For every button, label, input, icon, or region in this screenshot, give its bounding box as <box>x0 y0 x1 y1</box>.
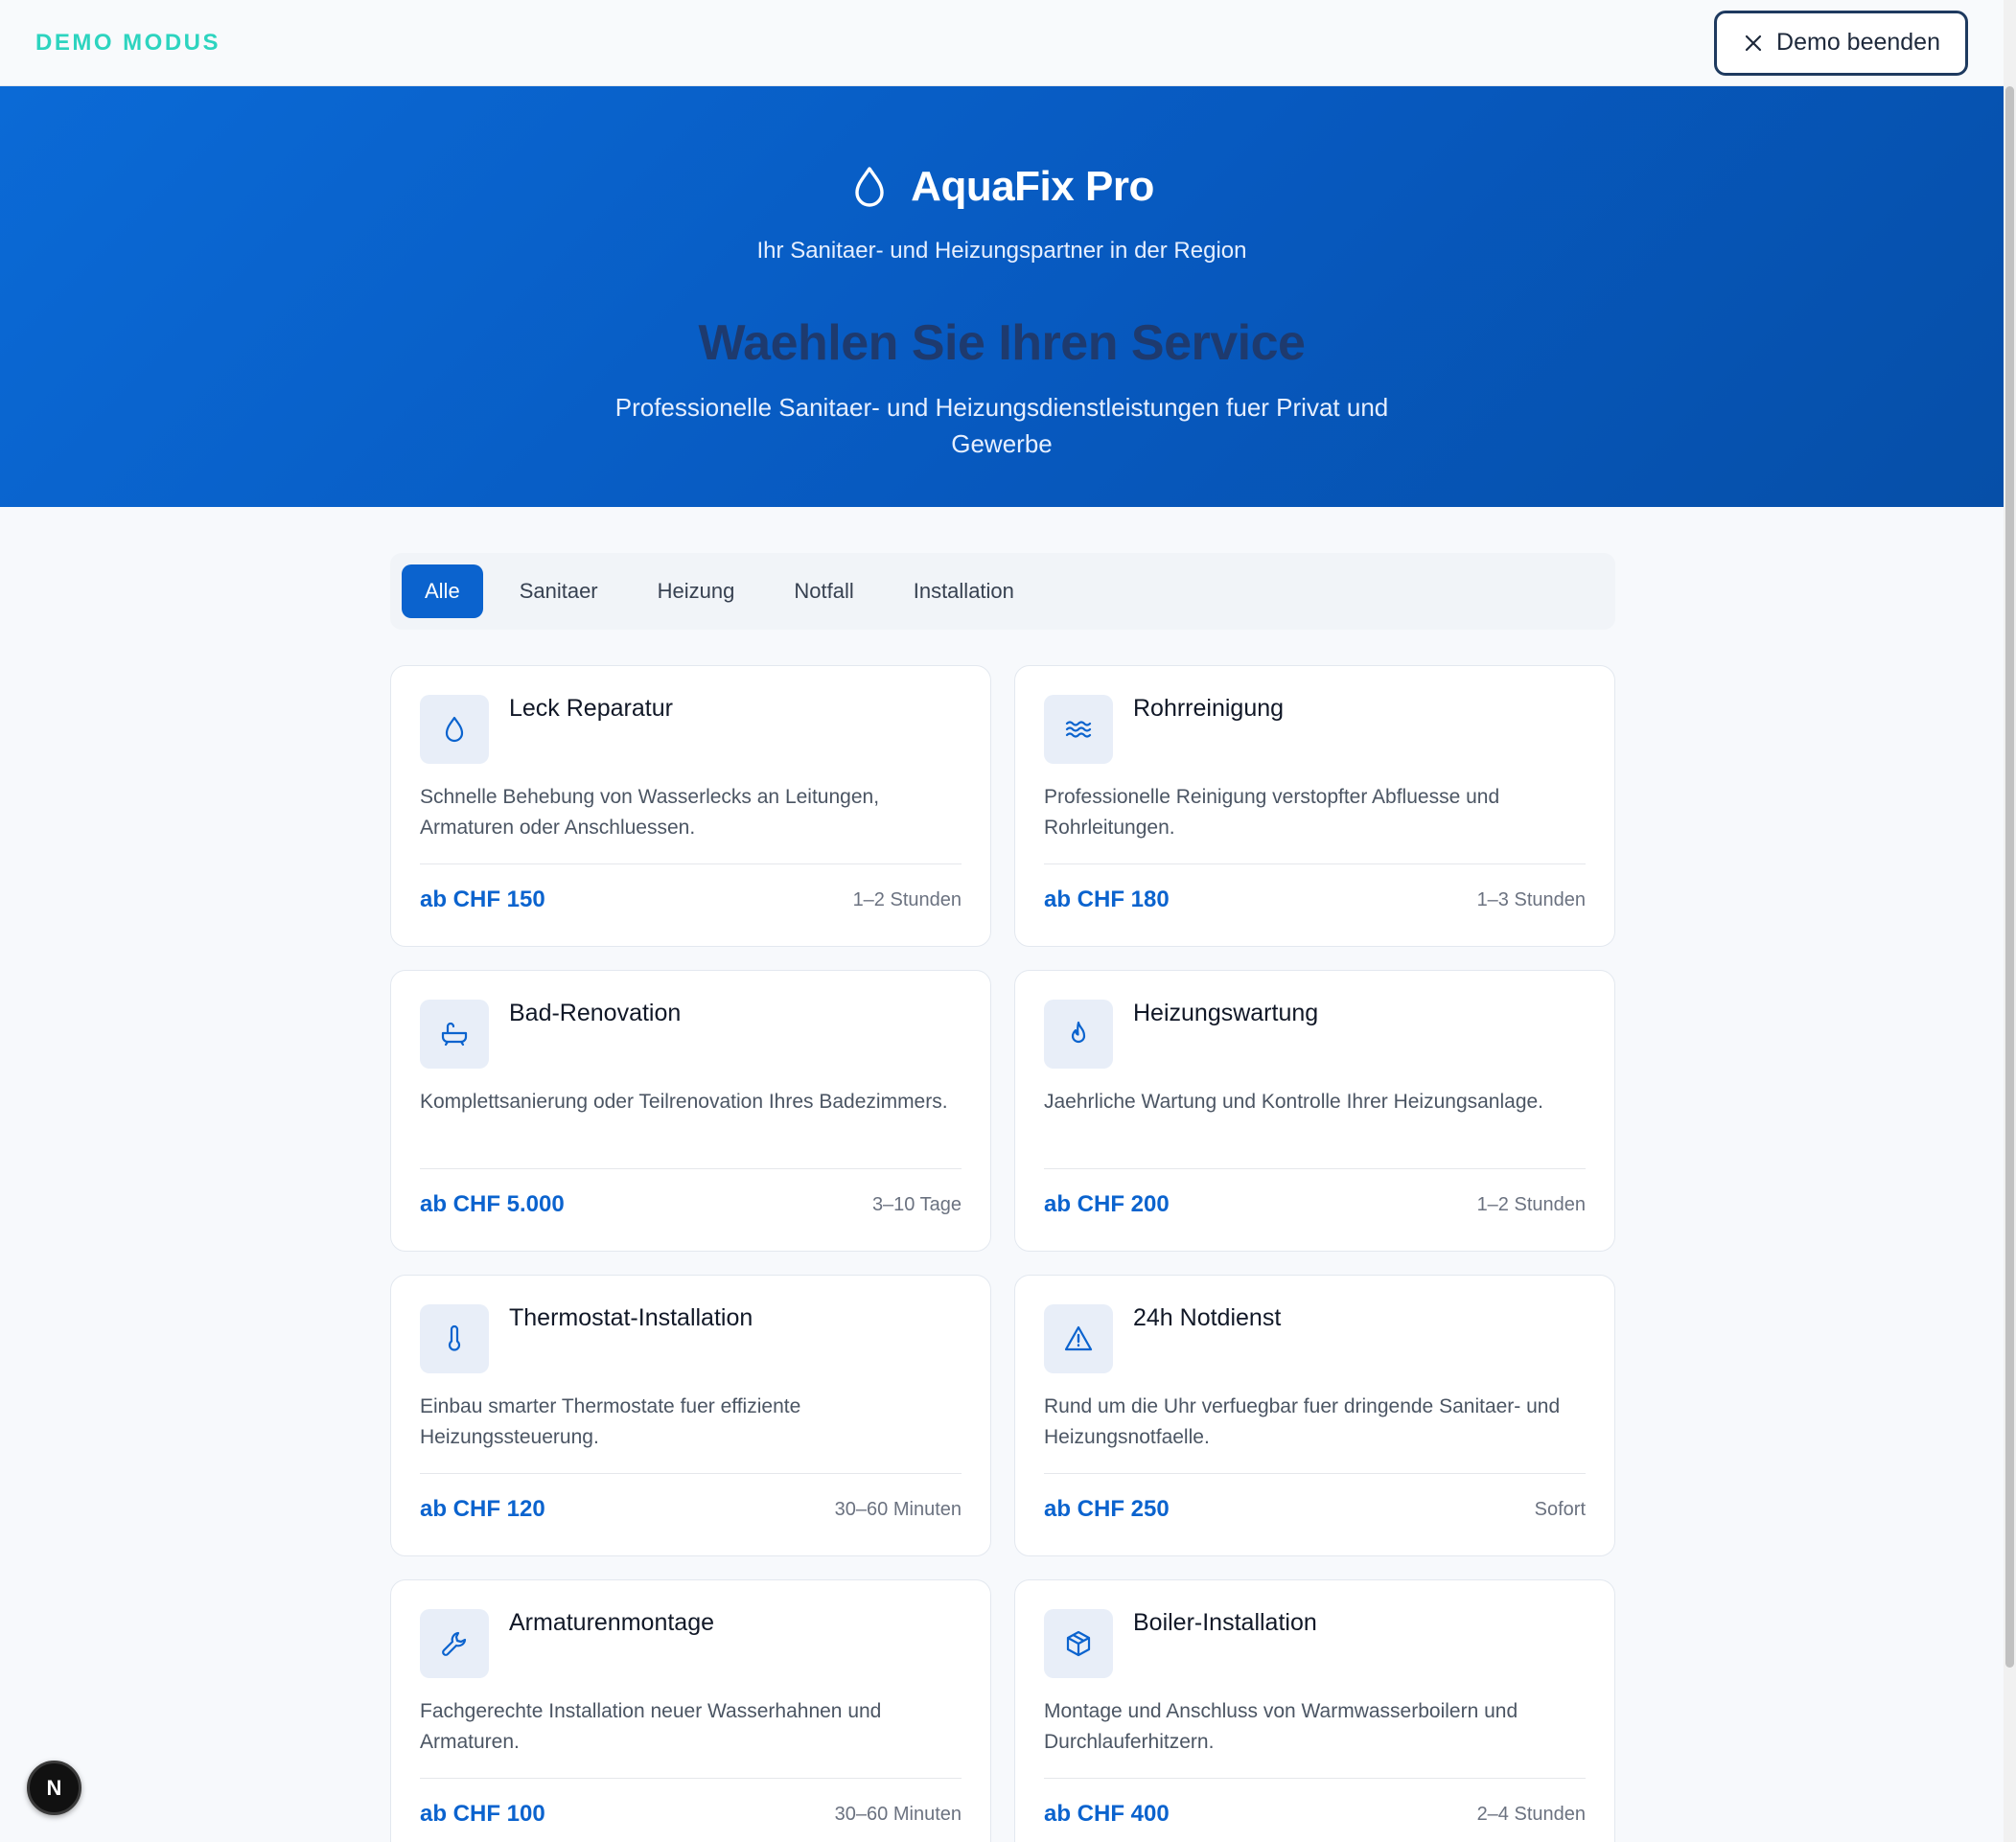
service-card[interactable]: Thermostat-Installation Einbau smarter T… <box>390 1275 991 1556</box>
service-price: ab CHF 250 <box>1044 1496 1170 1522</box>
divider <box>1044 1778 1586 1779</box>
divider <box>1044 863 1586 864</box>
brand-name: AquaFix Pro <box>911 163 1154 210</box>
service-duration: 30–60 Minuten <box>834 1804 962 1825</box>
warning-icon <box>1064 1325 1093 1351</box>
service-price: ab CHF 400 <box>1044 1801 1170 1827</box>
drop-icon <box>855 167 884 207</box>
service-card[interactable]: 24h Notdienst Rund um die Uhr verfuegbar… <box>1014 1275 1615 1556</box>
service-title: Boiler-Installation <box>1133 1609 1317 1636</box>
waves-icon <box>1065 721 1092 738</box>
tab-notfall[interactable]: Notfall <box>771 564 876 618</box>
brand: AquaFix Pro <box>0 163 2004 211</box>
service-title: Heizungswartung <box>1133 1000 1319 1026</box>
service-duration: 3–10 Tage <box>871 1194 962 1215</box>
service-duration: 2–4 Stunden <box>1476 1804 1586 1825</box>
service-price: ab CHF 100 <box>420 1801 545 1827</box>
service-title: Armaturenmontage <box>509 1609 715 1636</box>
service-title: Thermostat-Installation <box>509 1304 753 1331</box>
page-subtitle: Professionelle Sanitaer- und Heizungsdie… <box>614 393 1389 458</box>
service-price: ab CHF 120 <box>420 1496 545 1522</box>
wrench-icon <box>442 1631 467 1656</box>
service-title: Rohrreinigung <box>1133 695 1285 722</box>
service-description: Professionelle Reinigung verstopfter Abf… <box>1044 786 1500 839</box>
service-description: Rund um die Uhr verfuegbar fuer dringend… <box>1044 1395 1561 1448</box>
service-title: Leck Reparatur <box>509 695 673 722</box>
service-card[interactable]: Armaturenmontage Fachgerechte Installati… <box>390 1579 991 1842</box>
page-title: Waehlen Sie Ihren Service <box>698 315 1306 371</box>
thermometer-icon <box>448 1324 461 1351</box>
divider <box>1044 1168 1586 1169</box>
service-description: Montage und Anschluss von Warmwasserboil… <box>1044 1700 1518 1753</box>
tab-heizung[interactable]: Heizung <box>635 564 758 618</box>
service-price: ab CHF 5.000 <box>420 1191 565 1217</box>
service-card[interactable]: Heizungswartung Jaehrliche Wartung und K… <box>1014 970 1615 1252</box>
tab-alle[interactable]: Alle <box>402 564 483 618</box>
page: DEMO MODUS Demo beenden AquaFix Pro Ihr … <box>0 0 2016 1842</box>
box-icon <box>1066 1630 1091 1657</box>
service-card[interactable]: Leck Reparatur Schnelle Behebung von Was… <box>390 665 991 947</box>
tab-sanitaer[interactable]: Sanitaer <box>497 564 621 618</box>
service-description: Fachgerechte Installation neuer Wasserha… <box>420 1700 882 1753</box>
service-title: Bad-Renovation <box>509 1000 682 1026</box>
service-price: ab CHF 200 <box>1044 1191 1170 1217</box>
tab-installation[interactable]: Installation <box>891 564 1037 618</box>
service-price: ab CHF 180 <box>1044 886 1170 912</box>
service-description: Einbau smarter Thermostate fuer effizien… <box>420 1395 801 1448</box>
service-duration: 1–3 Stunden <box>1476 889 1586 910</box>
service-title: 24h Notdienst <box>1133 1304 1282 1331</box>
demo-bar: DEMO MODUS Demo beenden <box>0 0 2004 86</box>
bathtub-icon <box>441 1022 468 1047</box>
divider <box>420 1473 962 1474</box>
flame-icon <box>1071 1021 1086 1044</box>
service-duration: 1–2 Stunden <box>852 889 962 910</box>
divider <box>420 863 962 864</box>
divider <box>1044 1473 1586 1474</box>
service-description: Komplettsanierung oder Teilrenovation Ih… <box>420 1091 948 1113</box>
drop-icon <box>445 716 464 743</box>
scrollbar-thumb[interactable] <box>2005 86 2014 1668</box>
service-description: Schnelle Behebung von Wasserlecks an Lei… <box>420 786 880 839</box>
demo-mode-label: DEMO MODUS <box>35 29 220 56</box>
exit-demo-label: Demo beenden <box>1776 29 1940 56</box>
service-card[interactable]: Bad-Renovation Komplettsanierung oder Te… <box>390 970 991 1252</box>
service-price: ab CHF 150 <box>420 886 545 912</box>
close-icon <box>1745 35 1762 51</box>
service-card[interactable]: Boiler-Installation Montage und Anschlus… <box>1014 1579 1615 1842</box>
divider <box>420 1168 962 1169</box>
exit-demo-button[interactable]: Demo beenden <box>1714 10 1968 76</box>
tagline: Ihr Sanitaer- und Heizungspartner in der… <box>756 238 1247 264</box>
category-tabs: Alle Sanitaer Heizung Notfall Installati… <box>390 553 1615 630</box>
service-duration: 30–60 Minuten <box>834 1499 962 1520</box>
service-duration: Sofort <box>1534 1499 1586 1520</box>
scrollbar[interactable] <box>2004 0 2016 1842</box>
hero: AquaFix Pro Ihr Sanitaer- und Heizungspa… <box>0 86 2004 507</box>
service-card[interactable]: Rohrreinigung Professionelle Reinigung v… <box>1014 665 1615 947</box>
service-duration: 1–2 Stunden <box>1476 1194 1586 1215</box>
divider <box>420 1778 962 1779</box>
service-description: Jaehrliche Wartung und Kontrolle Ihrer H… <box>1044 1091 1544 1113</box>
dev-tools-badge[interactable]: N <box>27 1761 81 1815</box>
